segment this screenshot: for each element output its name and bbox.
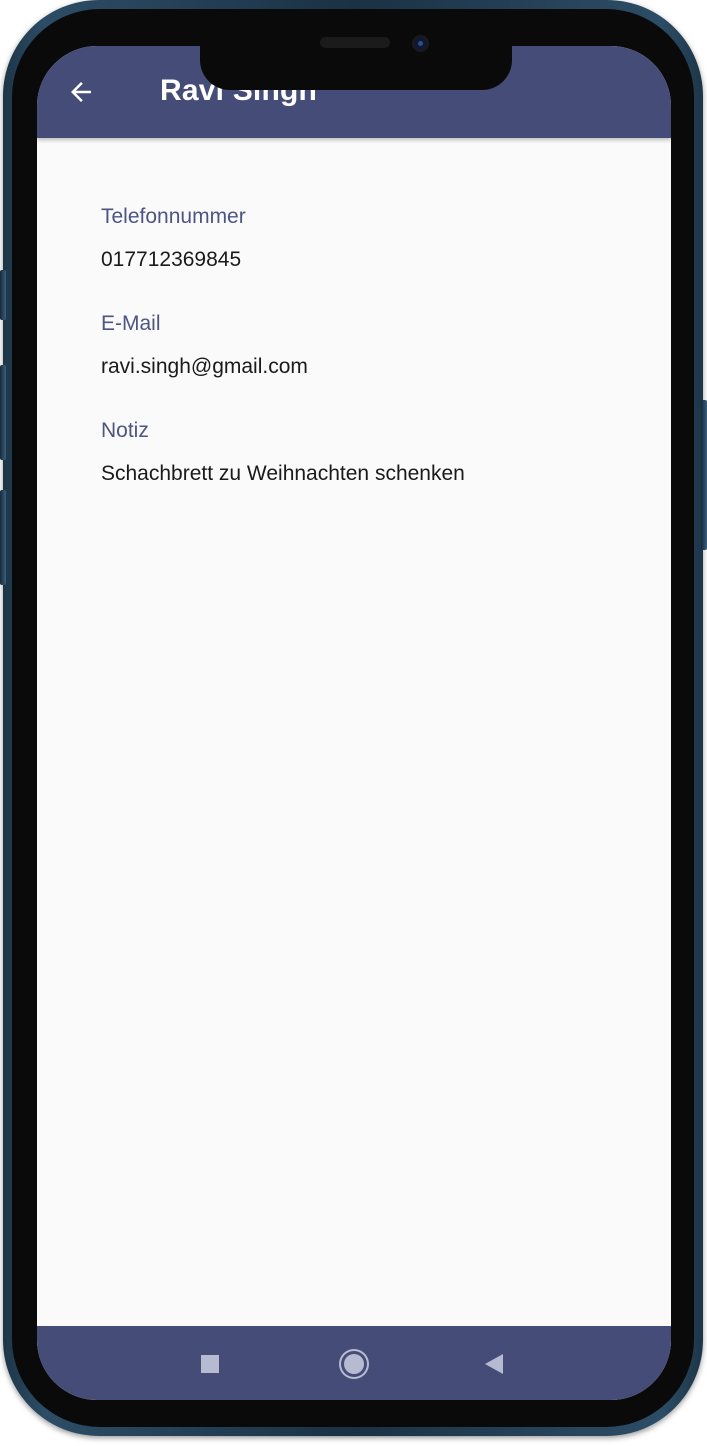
note-field: Notiz Schachbrett zu Weihnachten schenke… xyxy=(101,418,641,487)
side-button-left-1 xyxy=(0,270,6,320)
nav-back-button[interactable] xyxy=(478,1348,510,1380)
phone-label: Telefonnummer xyxy=(101,205,246,228)
phone-value[interactable]: 017712369845 xyxy=(101,247,641,273)
speaker-grille xyxy=(320,37,390,48)
recents-square-icon xyxy=(201,1355,219,1373)
side-button-left-3 xyxy=(0,490,6,585)
notch xyxy=(200,42,512,90)
home-button[interactable] xyxy=(338,1348,370,1380)
contact-details: Telefonnummer 017712369845 E-Mail ravi.s… xyxy=(101,204,641,525)
back-button[interactable] xyxy=(61,74,101,114)
note-value: Schachbrett zu Weihnachten schenken xyxy=(101,462,465,485)
front-camera-icon xyxy=(412,35,429,52)
email-field: E-Mail ravi.singh@gmail.com xyxy=(101,311,641,380)
email-label: E-Mail xyxy=(101,312,161,335)
back-triangle-icon xyxy=(485,1354,503,1374)
note-label: Notiz xyxy=(101,419,149,442)
phone-field: Telefonnummer 017712369845 xyxy=(101,204,641,273)
side-button-right xyxy=(701,400,707,550)
email-value[interactable]: ravi.singh@gmail.com xyxy=(101,354,641,380)
phone-screen: Ravi Singh Telefonnummer 017712369845 E-… xyxy=(37,46,671,1400)
system-navigation-bar xyxy=(37,1326,671,1400)
home-circle-icon xyxy=(344,1354,364,1374)
side-button-left-2 xyxy=(0,365,6,460)
arrow-left-icon xyxy=(66,77,96,112)
recents-button[interactable] xyxy=(194,1348,226,1380)
